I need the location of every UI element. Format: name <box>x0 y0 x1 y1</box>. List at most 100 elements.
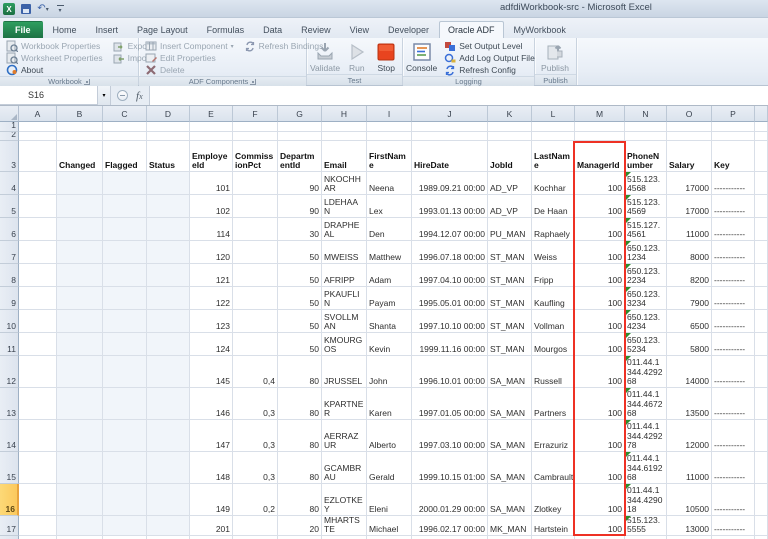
cell-L12[interactable]: Russell <box>532 356 575 388</box>
cell-E12[interactable]: 145 <box>190 356 233 388</box>
cell-O9[interactable]: 7900 <box>667 287 712 310</box>
cell-M15[interactable]: 100 <box>575 452 625 484</box>
cell-K5[interactable]: AD_VP <box>488 195 532 218</box>
row-header-8[interactable]: 8 <box>0 264 19 287</box>
row-header-5[interactable]: 5 <box>0 195 19 218</box>
name-box-dropdown-icon[interactable]: ▾ <box>98 86 111 105</box>
cell-A4[interactable] <box>19 172 57 195</box>
cell-N5[interactable]: 515.123.4569 <box>625 195 667 218</box>
cell-H16[interactable]: EZLOTKEY <box>322 484 367 516</box>
cell-N16[interactable]: 011.44.1344.429018 <box>625 484 667 516</box>
cell-G4[interactable]: 90 <box>278 172 322 195</box>
edit-properties-button[interactable]: Edit Properties <box>142 52 237 64</box>
cell-J17[interactable]: 1996.02.17 00:00 <box>412 516 488 536</box>
cell-M17[interactable]: 100 <box>575 516 625 536</box>
cell-N11[interactable]: 650.123.5234 <box>625 333 667 356</box>
cell-J8[interactable]: 1997.04.10 00:00 <box>412 264 488 287</box>
cell-G13[interactable]: 80 <box>278 388 322 420</box>
cell-P1[interactable] <box>712 122 755 132</box>
cell-K8[interactable]: ST_MAN <box>488 264 532 287</box>
cell-I3[interactable]: FirstName <box>367 141 412 172</box>
cell-J11[interactable]: 1999.11.16 00:00 <box>412 333 488 356</box>
cell-C14[interactable] <box>103 420 147 452</box>
cell-H1[interactable] <box>322 122 367 132</box>
cell-O17[interactable]: 13000 <box>667 516 712 536</box>
cell-C10[interactable] <box>103 310 147 333</box>
cell-P6[interactable]: ----------- <box>712 218 755 241</box>
cell-J6[interactable]: 1994.12.07 00:00 <box>412 218 488 241</box>
cell-C15[interactable] <box>103 452 147 484</box>
worksheet-properties-button[interactable]: Worksheet Properties <box>3 52 106 64</box>
cell-A17[interactable] <box>19 516 57 536</box>
cell-O13[interactable]: 13500 <box>667 388 712 420</box>
cell-H15[interactable]: GCAMBRAU <box>322 452 367 484</box>
cell-E15[interactable]: 148 <box>190 452 233 484</box>
cell-N4[interactable]: 515.123.4568 <box>625 172 667 195</box>
cell-E17[interactable]: 201 <box>190 516 233 536</box>
cell-O5[interactable]: 17000 <box>667 195 712 218</box>
cell-L15[interactable]: Cambrault <box>532 452 575 484</box>
dialog-launcher-icon[interactable] <box>83 78 90 85</box>
cell-O15[interactable]: 11000 <box>667 452 712 484</box>
cell-G5[interactable]: 90 <box>278 195 322 218</box>
row-header-10[interactable]: 10 <box>0 310 19 333</box>
cell-L11[interactable]: Mourgos <box>532 333 575 356</box>
cell-N3[interactable]: PhoneNumber <box>625 141 667 172</box>
insert-function-icon[interactable]: fx <box>136 90 143 102</box>
cell-H4[interactable]: NKOCHHAR <box>322 172 367 195</box>
cell-D6[interactable] <box>147 218 190 241</box>
row-header-4[interactable]: 4 <box>0 172 19 195</box>
cell-H2[interactable] <box>322 132 367 141</box>
cell-K17[interactable]: MK_MAN <box>488 516 532 536</box>
cell-E11[interactable]: 124 <box>190 333 233 356</box>
cell-F8[interactable] <box>233 264 278 287</box>
cell-J1[interactable] <box>412 122 488 132</box>
row-header-13[interactable]: 13 <box>0 388 19 420</box>
cell-B14[interactable] <box>57 420 103 452</box>
cell-D13[interactable] <box>147 388 190 420</box>
cell-A12[interactable] <box>19 356 57 388</box>
cell-I2[interactable] <box>367 132 412 141</box>
column-header-I[interactable]: I <box>367 106 412 122</box>
cell-H5[interactable]: LDEHAAN <box>322 195 367 218</box>
cell-O3[interactable]: Salary <box>667 141 712 172</box>
column-header-A[interactable]: A <box>19 106 57 122</box>
cell-O10[interactable]: 6500 <box>667 310 712 333</box>
cell-J14[interactable]: 1997.03.10 00:00 <box>412 420 488 452</box>
cell-F1[interactable] <box>233 122 278 132</box>
cell-P15[interactable]: ----------- <box>712 452 755 484</box>
cell-F12[interactable]: 0,4 <box>233 356 278 388</box>
cell-D4[interactable] <box>147 172 190 195</box>
cell-H12[interactable]: JRUSSEL <box>322 356 367 388</box>
cell-G15[interactable]: 80 <box>278 452 322 484</box>
cell-F6[interactable] <box>233 218 278 241</box>
cell-N15[interactable]: 011.44.1344.619268 <box>625 452 667 484</box>
cell-M5[interactable]: 100 <box>575 195 625 218</box>
cell-B12[interactable] <box>57 356 103 388</box>
cell-L7[interactable]: Weiss <box>532 241 575 264</box>
console-button[interactable]: Console <box>406 40 437 73</box>
cell-G17[interactable]: 20 <box>278 516 322 536</box>
cell-B9[interactable] <box>57 287 103 310</box>
cell-B1[interactable] <box>57 122 103 132</box>
cell-C17[interactable] <box>103 516 147 536</box>
about-button[interactable]: About <box>3 64 106 76</box>
cell-O6[interactable]: 11000 <box>667 218 712 241</box>
cell-K10[interactable]: ST_MAN <box>488 310 532 333</box>
cell-H8[interactable]: AFRIPP <box>322 264 367 287</box>
tab-review[interactable]: Review <box>292 21 340 38</box>
row-header-14[interactable]: 14 <box>0 420 19 452</box>
cell-B13[interactable] <box>57 388 103 420</box>
cell-P2[interactable] <box>712 132 755 141</box>
stop-button[interactable]: Stop <box>374 40 399 73</box>
cell-E6[interactable]: 114 <box>190 218 233 241</box>
cell-A16[interactable] <box>19 484 57 516</box>
publish-button[interactable]: Publish <box>538 40 572 73</box>
cell-J16[interactable]: 2000.01.29 00:00 <box>412 484 488 516</box>
tab-oracle-adf[interactable]: Oracle ADF <box>439 21 504 38</box>
cell-A15[interactable] <box>19 452 57 484</box>
cell-G6[interactable]: 30 <box>278 218 322 241</box>
cell-N13[interactable]: 011.44.1344.467268 <box>625 388 667 420</box>
cell-M4[interactable]: 100 <box>575 172 625 195</box>
row-header-3[interactable]: 3 <box>0 141 19 172</box>
